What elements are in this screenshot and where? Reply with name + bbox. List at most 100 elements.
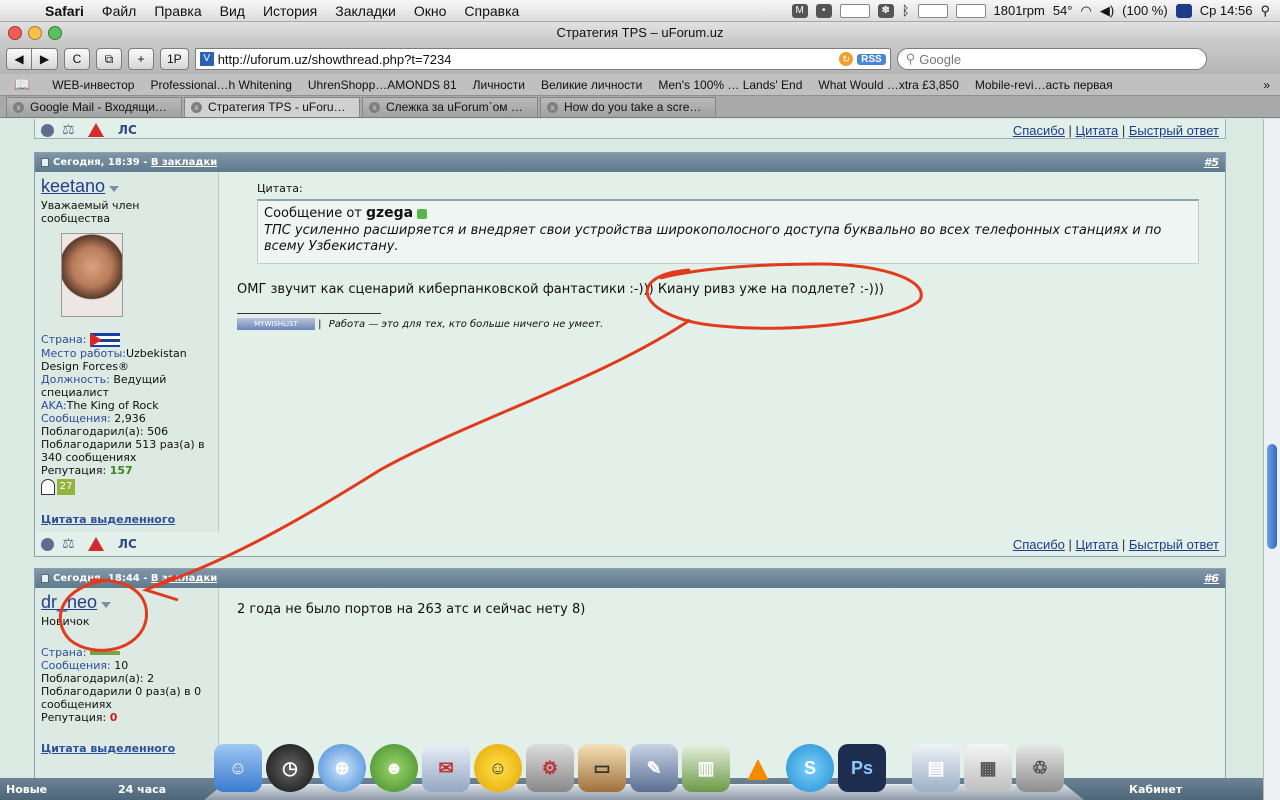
user-menu-icon[interactable]	[109, 186, 120, 192]
close-tab-icon[interactable]: x	[547, 102, 558, 114]
wifi-icon[interactable]: ◠	[1081, 3, 1092, 19]
minimize-window-button[interactable]	[28, 26, 42, 40]
close-tab-icon[interactable]: x	[191, 102, 202, 114]
add-bookmark-button[interactable]: +	[128, 48, 154, 70]
volume-icon[interactable]: ◀)	[1100, 3, 1114, 19]
more-bookmarks-icon[interactable]: »	[1263, 78, 1280, 92]
mail-icon[interactable]: ✉	[422, 744, 470, 792]
scrollbar-thumb[interactable]	[1267, 444, 1277, 549]
documents-icon[interactable]: ▦	[964, 744, 1012, 792]
trash-icon[interactable]: ♲	[1016, 744, 1064, 792]
bookmarks-book-icon[interactable]: 📖	[14, 77, 30, 93]
ichat-icon[interactable]: ☺	[474, 744, 522, 792]
safari-icon[interactable]: ⊕	[318, 744, 366, 792]
report-icon[interactable]	[41, 123, 54, 137]
menu-view[interactable]: Вид	[211, 3, 254, 19]
post-number-link[interactable]: #5	[1204, 156, 1219, 169]
bookmark-item[interactable]: What Would …xtra £3,850	[810, 78, 967, 92]
bookmark-item[interactable]: Professional…h Whitening	[142, 78, 299, 92]
bookmark-item[interactable]: WEB-инвестор	[44, 78, 142, 92]
menu-bookmarks[interactable]: Закладки	[326, 3, 405, 19]
menu-app[interactable]: Safari	[36, 3, 93, 19]
clock[interactable]: Ср 14:56	[1200, 3, 1253, 18]
search-field[interactable]: ⚲	[896, 48, 1207, 70]
new-posts-link[interactable]: Новые	[6, 783, 47, 796]
snapback-button[interactable]: ⧉	[96, 48, 122, 70]
spotlight-icon[interactable]: ⚲	[1260, 3, 1270, 19]
forward-button[interactable]: ▶	[32, 48, 58, 70]
bookmark-link[interactable]: В закладки	[151, 573, 217, 584]
username-link[interactable]: keetano	[41, 176, 105, 196]
cpu-meter-icon[interactable]	[917, 3, 948, 18]
search-input[interactable]	[919, 51, 1198, 67]
warning-icon[interactable]	[88, 537, 104, 551]
menu-edit[interactable]: Правка	[145, 3, 210, 19]
scales-icon[interactable]: ⚖	[62, 123, 80, 137]
reload-button[interactable]: C	[64, 48, 90, 70]
url-text[interactable]: http://uforum.uz/showthread.php?t=7234	[218, 52, 839, 67]
bookmark-link[interactable]: В закладки	[151, 157, 217, 168]
bookmark-item[interactable]: Men's 100% … Lands' End	[650, 78, 810, 92]
pm-link[interactable]: ЛС	[118, 537, 137, 551]
report-icon[interactable]	[41, 537, 54, 551]
tab-screenshot[interactable]: x How do you take a scre…	[540, 97, 716, 117]
vlc-icon[interactable]: ▲	[734, 744, 782, 792]
close-tab-icon[interactable]: x	[13, 102, 24, 114]
cabinet-link[interactable]: Кабинет	[1129, 783, 1182, 796]
quick-reply-link[interactable]: Быстрый ответ	[1129, 537, 1219, 552]
gmail-icon[interactable]: M	[791, 3, 808, 18]
avatar[interactable]	[61, 233, 123, 317]
dashboard-icon[interactable]: ◷	[266, 744, 314, 792]
quote-link[interactable]: Цитата	[1076, 537, 1119, 552]
growl-icon[interactable]: •	[815, 3, 832, 18]
automator-icon[interactable]: ⚙	[526, 744, 574, 792]
close-window-button[interactable]	[8, 26, 22, 40]
thanks-link[interactable]: Спасибо	[1013, 123, 1065, 138]
menu-window[interactable]: Окно	[405, 3, 456, 19]
bookmark-item[interactable]: Mobile-revi…асть первая	[967, 78, 1121, 92]
tab-gmail[interactable]: x Google Mail - Входящи…	[6, 97, 182, 117]
pm-link[interactable]: ЛС	[118, 123, 137, 137]
bookmark-item[interactable]: Великие личности	[533, 78, 650, 92]
wishlist-banner[interactable]: MYWISHLIST	[237, 318, 315, 330]
bookmark-item[interactable]: Личности	[465, 78, 533, 92]
menu-help[interactable]: Справка	[455, 3, 528, 19]
xcode-icon[interactable]: ✎	[630, 744, 678, 792]
adium-icon[interactable]: ☻	[370, 744, 418, 792]
skype-icon[interactable]: S	[786, 744, 834, 792]
go-to-post-icon[interactable]	[417, 208, 428, 219]
preview-icon[interactable]: ▤	[912, 744, 960, 792]
uk-flag-icon[interactable]	[1175, 3, 1192, 18]
close-tab-icon[interactable]: x	[369, 102, 380, 114]
onepassword-button[interactable]: 1P	[160, 48, 189, 70]
finder-icon[interactable]: ☺	[214, 744, 262, 792]
keynote-icon[interactable]: ▭	[578, 744, 626, 792]
menu-history[interactable]: История	[254, 3, 326, 19]
rss-button[interactable]: RSS	[857, 53, 886, 65]
warning-icon[interactable]	[88, 123, 104, 137]
post-number-link[interactable]: #6	[1204, 572, 1219, 585]
quote-selected-link[interactable]: Цитата выделенного	[41, 742, 212, 755]
paw-icon[interactable]: ✽	[877, 3, 894, 18]
thanks-link[interactable]: Спасибо	[1013, 537, 1065, 552]
scales-icon[interactable]: ⚖	[62, 537, 80, 551]
last-24h-link[interactable]: 24 часа	[118, 783, 166, 796]
menu-file[interactable]: Файл	[93, 3, 145, 19]
quick-reply-link[interactable]: Быстрый ответ	[1129, 123, 1219, 138]
photoshop-icon[interactable]: Ps	[838, 744, 886, 792]
bookmark-item[interactable]: UhrenShopp…AMONDS 81	[300, 78, 465, 92]
address-bar[interactable]: V http://uforum.uz/showthread.php?t=7234…	[194, 48, 891, 70]
numbers-icon[interactable]: ▥	[682, 744, 730, 792]
zoom-window-button[interactable]	[48, 26, 62, 40]
battery-status[interactable]: (100 %)	[1122, 3, 1168, 18]
keyboard-viewer-icon[interactable]	[839, 3, 870, 18]
quote-link[interactable]: Цитата	[1076, 123, 1119, 138]
refresh-icon[interactable]: ↻	[839, 52, 854, 66]
username-link[interactable]: dr_neo	[41, 592, 97, 612]
memory-meter-icon[interactable]	[955, 3, 986, 18]
tab-uforum-watch[interactable]: x Слежка за uForum`ом …	[362, 97, 538, 117]
back-button[interactable]: ◀	[6, 48, 32, 70]
tab-strategy-tps[interactable]: x Стратегия TPS - uForu…	[184, 97, 360, 117]
bluetooth-icon[interactable]: ᛒ	[902, 3, 910, 18]
quote-selected-link[interactable]: Цитата выделенного	[41, 513, 212, 526]
